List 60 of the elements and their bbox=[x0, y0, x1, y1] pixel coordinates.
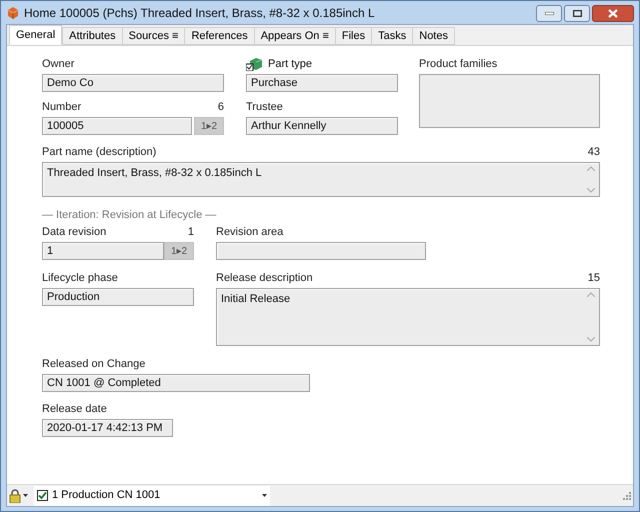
tab[interactable]: General bbox=[9, 25, 62, 45]
increment-button[interactable]: 1▸2 bbox=[194, 117, 224, 135]
dropdown-caret-icon bbox=[262, 494, 267, 497]
section-heading: — Iteration: Revision at Lifecycle — bbox=[42, 208, 218, 221]
lock-button[interactable] bbox=[7, 488, 30, 502]
field-label: Release description bbox=[216, 270, 313, 286]
text-field[interactable]: Production bbox=[42, 288, 194, 306]
scroll-up-icon[interactable] bbox=[587, 166, 595, 171]
field-label: Revision area bbox=[216, 224, 284, 240]
character-count: 6 bbox=[218, 100, 224, 115]
close-button[interactable] bbox=[592, 5, 634, 22]
field-label: Owner bbox=[42, 56, 74, 72]
field-label: Data revision bbox=[42, 224, 106, 240]
part-type-icon bbox=[246, 57, 262, 71]
tab[interactable]: Files bbox=[334, 27, 372, 45]
character-count: 1 bbox=[188, 224, 194, 240]
tab[interactable]: Notes bbox=[412, 27, 455, 45]
field-label: Part name (description) bbox=[42, 144, 156, 160]
character-count: 43 bbox=[588, 144, 600, 160]
field-label: Lifecycle phase bbox=[42, 270, 118, 286]
field-label: Product families bbox=[419, 56, 498, 72]
resize-grip-icon bbox=[622, 491, 631, 500]
list-box[interactable] bbox=[419, 74, 600, 128]
field-label: Release date bbox=[42, 402, 107, 417]
text-field[interactable] bbox=[216, 242, 426, 260]
checkbox[interactable] bbox=[37, 490, 48, 501]
minimize-icon bbox=[544, 12, 554, 15]
dropdown-caret-icon bbox=[23, 494, 28, 497]
increment-button[interactable]: 1▸2 bbox=[164, 242, 194, 260]
close-icon bbox=[608, 9, 618, 18]
tab[interactable]: Attributes bbox=[62, 27, 123, 45]
character-count: 15 bbox=[588, 270, 600, 286]
tab[interactable]: Tasks bbox=[371, 27, 414, 45]
text-field[interactable]: CN 1001 @ Completed bbox=[42, 374, 310, 392]
tab[interactable]: Appears On ≡ bbox=[254, 27, 336, 45]
tab[interactable]: Sources ≡ bbox=[122, 27, 186, 45]
scroll-down-icon[interactable] bbox=[587, 188, 595, 193]
maximize-icon bbox=[572, 10, 582, 17]
text-area[interactable]: Threaded Insert, Brass, #8-32 x 0.185inch L bbox=[42, 162, 600, 197]
text-field[interactable]: 1 bbox=[42, 242, 164, 260]
field-label: Number bbox=[42, 100, 82, 115]
field-label: Released on Change bbox=[42, 356, 146, 372]
scroll-up-icon[interactable] bbox=[587, 292, 595, 297]
text-field[interactable]: Purchase bbox=[246, 74, 398, 92]
tab[interactable]: References bbox=[184, 27, 255, 45]
field-label: Trustee bbox=[246, 100, 283, 115]
text-field[interactable]: Demo Co bbox=[42, 74, 224, 92]
iteration-text: 1 Production CN 1001 bbox=[52, 488, 160, 504]
field-label: Part type bbox=[268, 56, 312, 72]
text-field[interactable]: Arthur Kennelly bbox=[246, 117, 398, 135]
window-title: Home 100005 (Pchs) Threaded Insert, Brass, #8-32 x 0.185inch L bbox=[24, 4, 375, 22]
text-field[interactable]: 2020-01-17 4:42:13 PM bbox=[42, 419, 173, 437]
text-area[interactable]: Initial Release bbox=[216, 288, 600, 346]
scroll-down-icon[interactable] bbox=[587, 337, 595, 342]
lock-icon bbox=[9, 488, 21, 502]
cube-icon bbox=[6, 6, 20, 20]
minimize-button[interactable] bbox=[536, 5, 562, 22]
iteration-dropdown[interactable]: 1 Production CN 1001 bbox=[34, 486, 270, 506]
text-field[interactable]: 100005 bbox=[42, 117, 192, 135]
maximize-button[interactable] bbox=[564, 5, 590, 22]
